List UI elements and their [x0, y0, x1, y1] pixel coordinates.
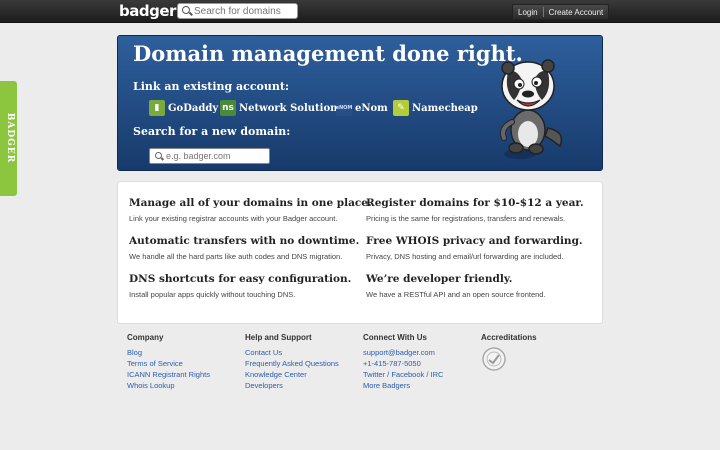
footer-accreditations: Accreditations	[481, 333, 537, 347]
search-icon	[182, 6, 190, 14]
domain-search[interactable]	[149, 148, 270, 164]
footer-company: Company Blog Terms of Service ICANN Regi…	[127, 333, 210, 391]
feature-item: Automatic transfers with no downtime. We…	[129, 235, 369, 261]
feature-item: Manage all of your domains in one place.…	[129, 197, 372, 223]
feature-title: Manage all of your domains in one place.	[129, 197, 372, 209]
registrar-enom[interactable]: eNOM eNom	[336, 100, 388, 116]
enom-icon: eNOM	[336, 100, 352, 116]
footer-link-more-badgers[interactable]: More Badgers	[363, 380, 443, 391]
footer-link-contact[interactable]: Contact Us	[245, 347, 339, 358]
feature-title: Register domains for $10-$12 a year.	[366, 197, 584, 209]
feature-desc: Install popular apps quickly without tou…	[129, 290, 296, 299]
feature-desc: We have a RESTful API and an open source…	[366, 290, 546, 299]
login-link[interactable]: Login	[513, 8, 543, 17]
footer-link-faq[interactable]: Frequently Asked Questions	[245, 358, 339, 369]
namecheap-icon: ✎	[393, 100, 409, 116]
logo[interactable]: badger	[119, 2, 176, 20]
link-account-label: Link an existing account:	[133, 80, 290, 93]
registrar-label: GoDaddy	[168, 102, 219, 114]
feature-desc: Privacy, DNS hosting and email/url forwa…	[366, 252, 564, 261]
footer-link-whois[interactable]: Whois Lookup	[127, 380, 210, 391]
feature-desc: We handle all the hard parts like auth c…	[129, 252, 343, 261]
footer-heading: Connect With Us	[363, 333, 427, 342]
registrar-label: Network Solutions	[239, 102, 344, 114]
header-search-input[interactable]	[194, 4, 294, 18]
footer-link-knowledge[interactable]: Knowledge Center	[245, 369, 339, 380]
side-feedback-tab[interactable]: BADGER	[0, 81, 17, 196]
network-solutions-icon: ns	[220, 100, 236, 116]
search-icon	[155, 152, 162, 159]
registrar-label: Namecheap	[412, 102, 478, 114]
footer-heading: Accreditations	[481, 333, 537, 342]
features-panel: Manage all of your domains in one place.…	[117, 181, 603, 324]
footer-heading: Company	[127, 333, 164, 342]
feature-item: Register domains for $10-$12 a year. Pri…	[366, 197, 606, 223]
footer-link-email[interactable]: support@badger.com	[363, 347, 443, 358]
footer-link-icann-rights[interactable]: ICANN Registrant Rights	[127, 369, 210, 380]
feature-title: We’re developer friendly.	[366, 273, 513, 285]
header-search[interactable]	[177, 3, 298, 19]
hero-panel: Domain management done right. Link an ex…	[117, 35, 603, 171]
feature-desc: Link your existing registrar accounts wi…	[129, 214, 338, 223]
registrar-namecheap[interactable]: ✎ Namecheap	[393, 100, 478, 116]
footer-link-developers[interactable]: Developers	[245, 380, 339, 391]
footer-link-social[interactable]: Twitter / Facebook / IRC	[363, 369, 443, 380]
feature-item: We’re developer friendly. We have a REST…	[366, 273, 606, 299]
icann-seal-icon[interactable]	[481, 346, 507, 372]
feature-title: DNS shortcuts for easy configuration.	[129, 273, 352, 285]
footer-help: Help and Support Contact Us Frequently A…	[245, 333, 339, 391]
feature-item: DNS shortcuts for easy configuration. In…	[129, 273, 369, 299]
godaddy-icon: ▮	[149, 100, 165, 116]
footer-heading: Help and Support	[245, 333, 312, 342]
domain-search-input[interactable]	[166, 149, 266, 163]
create-account-link[interactable]: Create Account	[544, 8, 609, 17]
top-bar: badger Login Create Account	[0, 0, 720, 23]
hero-title: Domain management done right.	[133, 41, 523, 66]
feature-title: Automatic transfers with no downtime.	[129, 235, 360, 247]
registrar-godaddy[interactable]: ▮ GoDaddy	[149, 100, 218, 116]
side-tab-label: BADGER	[5, 112, 15, 164]
feature-desc: Pricing is the same for registrations, t…	[366, 214, 566, 223]
feature-title: Free WHOIS privacy and forwarding.	[366, 235, 583, 247]
search-domain-label: Search for a new domain:	[133, 125, 291, 138]
feature-item: Free WHOIS privacy and forwarding. Priva…	[366, 235, 606, 261]
badger-mascot	[500, 59, 563, 159]
registrar-label: eNom	[355, 102, 388, 114]
footer-link-blog[interactable]: Blog	[127, 347, 210, 358]
registrar-network-solutions[interactable]: ns Network Solutions	[220, 100, 343, 116]
footer-link-phone[interactable]: +1-415-787-5050	[363, 358, 443, 369]
footer-link-terms[interactable]: Terms of Service	[127, 358, 210, 369]
account-links: Login Create Account	[512, 4, 610, 20]
footer-connect: Connect With Us support@badger.com +1-41…	[363, 333, 443, 391]
